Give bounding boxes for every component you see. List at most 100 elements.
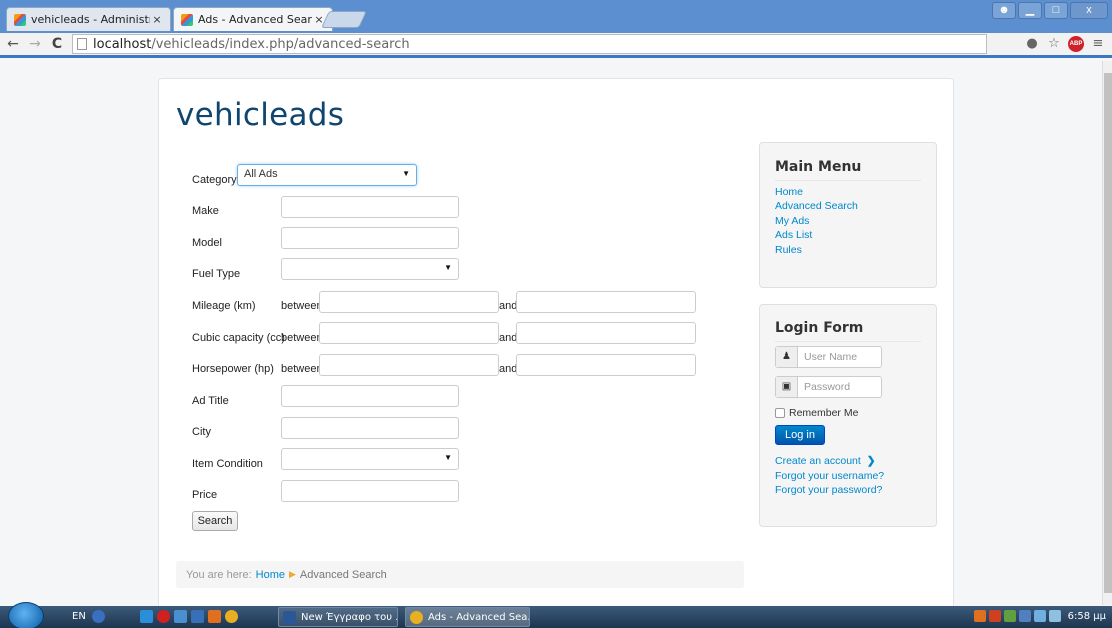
media-icon[interactable]: [191, 610, 204, 623]
password-placeholder: Password: [804, 381, 851, 393]
price-label: Price: [192, 489, 218, 501]
bookmark-star-icon[interactable]: ☆: [1046, 36, 1062, 52]
user-icon: ♟: [776, 347, 798, 367]
address-bar[interactable]: localhost/vehicleads/index.php/advanced-…: [72, 34, 987, 54]
mileage-between-label: between: [281, 300, 323, 312]
create-account-link[interactable]: Create an account ❯: [775, 455, 876, 467]
remember-me-checkbox[interactable]: [775, 408, 785, 418]
lightbulb-icon[interactable]: ●: [1024, 36, 1040, 52]
toolbar-extensions: ● ☆ ABP ≡: [1024, 36, 1106, 52]
opera-icon[interactable]: [157, 610, 170, 623]
main-menu-title: Main Menu: [775, 159, 862, 175]
url-host: localhost: [93, 36, 152, 52]
vlc-icon[interactable]: [208, 610, 221, 623]
forward-icon[interactable]: →: [26, 35, 44, 53]
model-input[interactable]: [281, 227, 459, 249]
city-label: City: [192, 426, 211, 438]
taskbar-item-chrome[interactable]: Ads - Advanced Sea...: [405, 607, 530, 627]
volume-icon[interactable]: [1048, 610, 1061, 622]
menu-item-home[interactable]: Home: [775, 186, 803, 198]
forgot-username-link[interactable]: Forgot your username?: [775, 470, 884, 482]
menu-item-my-ads[interactable]: My Ads: [775, 215, 809, 227]
forgot-password-link[interactable]: Forgot your password?: [775, 484, 882, 496]
browser-toolbar: ← → C localhost/vehicleads/index.php/adv…: [0, 33, 1112, 58]
mileage-from-input[interactable]: [319, 291, 499, 313]
back-icon[interactable]: ←: [4, 35, 22, 53]
window-controls: ☻ ▁ □ x: [992, 2, 1108, 19]
breadcrumb-prefix: You are here:: [186, 568, 252, 581]
horsepower-between-label: between: [281, 363, 323, 375]
breadcrumb-home-link[interactable]: Home: [256, 569, 285, 581]
maximize-button[interactable]: □: [1044, 2, 1068, 19]
login-form-title: Login Form: [775, 320, 864, 336]
browser-tab-strip: vehicleads - Administratio × Ads - Advan…: [0, 0, 1112, 33]
page-scrollbar[interactable]: [1102, 61, 1112, 605]
chevron-down-icon: ▼: [402, 169, 410, 178]
fuel-type-select[interactable]: ▼: [281, 258, 459, 280]
ie-icon[interactable]: [140, 610, 153, 623]
username-placeholder: User Name: [804, 351, 858, 363]
search-button[interactable]: Search: [192, 511, 238, 531]
windows-taskbar: EN New Έγγραφο του ... Ads - Advanced Se…: [0, 602, 1112, 628]
ad-title-input[interactable]: [281, 385, 459, 407]
category-select[interactable]: All Ads ▼: [237, 164, 417, 186]
remember-me[interactable]: Remember Me: [775, 407, 858, 419]
user-icon[interactable]: ☻: [992, 2, 1016, 19]
breadcrumb: You are here: Home ▶ Advanced Search: [176, 561, 744, 588]
adblock-plus-icon[interactable]: ABP: [1068, 36, 1084, 52]
item-condition-label: Item Condition: [192, 458, 263, 470]
folder-icon[interactable]: [174, 610, 187, 623]
page-container: vehicleads Category All Ads ▼ Make Model…: [158, 78, 954, 618]
category-value: All Ads: [244, 168, 278, 180]
make-label: Make: [192, 205, 219, 217]
menu-icon[interactable]: ≡: [1090, 36, 1106, 52]
login-form-module: Login Form ♟ User Name ▣ Password Rememb…: [759, 304, 937, 527]
system-tray: 6:58 μμ: [973, 610, 1106, 622]
chevron-right-icon: ❯: [866, 455, 876, 467]
item-condition-select[interactable]: ▼: [281, 448, 459, 470]
taskbar-item-label: Ads - Advanced Sea...: [428, 611, 530, 623]
breadcrumb-arrow-icon: ▶: [289, 569, 296, 579]
scrollbar-thumb[interactable]: [1104, 73, 1112, 593]
tab-close-icon[interactable]: ×: [150, 13, 164, 26]
taskbar-item-word[interactable]: New Έγγραφο του ...: [278, 607, 398, 627]
help-icon[interactable]: [92, 610, 105, 623]
tray-app-icon[interactable]: [973, 610, 986, 622]
page-icon: [77, 38, 87, 50]
tab-advanced-search[interactable]: Ads - Advanced Search ×: [173, 7, 333, 31]
main-menu-module: Main Menu Home Advanced Search My Ads Ad…: [759, 142, 937, 288]
minimize-button[interactable]: ▁: [1018, 2, 1042, 19]
mileage-to-input[interactable]: [516, 291, 696, 313]
url-path: /vehicleads/index.php/advanced-search: [151, 36, 410, 52]
username-field[interactable]: ♟ User Name: [775, 346, 882, 368]
menu-item-ads-list[interactable]: Ads List: [775, 229, 812, 241]
clock[interactable]: 6:58 μμ: [1068, 611, 1106, 622]
cubic-to-input[interactable]: [516, 322, 696, 344]
password-field[interactable]: ▣ Password: [775, 376, 882, 398]
price-input[interactable]: [281, 480, 459, 502]
horsepower-from-input[interactable]: [319, 354, 499, 376]
login-button[interactable]: Log in: [775, 425, 825, 445]
taskbar-item-label: New Έγγραφο του ...: [301, 611, 398, 623]
horsepower-to-input[interactable]: [516, 354, 696, 376]
tray-app-icon[interactable]: [1018, 610, 1031, 622]
start-button[interactable]: [8, 602, 44, 628]
tray-app-icon[interactable]: [1003, 610, 1016, 622]
new-tab-button[interactable]: [321, 11, 367, 28]
chrome-icon[interactable]: [225, 610, 238, 623]
tray-app-icon[interactable]: [988, 610, 1001, 622]
menu-item-advanced-search[interactable]: Advanced Search: [775, 200, 858, 212]
make-input[interactable]: [281, 196, 459, 218]
site-brand[interactable]: vehicleads: [176, 97, 344, 133]
language-indicator[interactable]: EN: [72, 611, 86, 622]
city-input[interactable]: [281, 417, 459, 439]
divider: [775, 180, 921, 181]
reload-icon[interactable]: C: [48, 35, 66, 53]
tab-administration[interactable]: vehicleads - Administratio ×: [6, 7, 171, 31]
menu-item-rules[interactable]: Rules: [775, 244, 802, 256]
tab-title: Ads - Advanced Search: [198, 13, 312, 26]
cubic-from-input[interactable]: [319, 322, 499, 344]
close-window-button[interactable]: x: [1070, 2, 1108, 19]
mileage-label: Mileage (km): [192, 300, 256, 312]
network-icon[interactable]: [1033, 610, 1046, 622]
